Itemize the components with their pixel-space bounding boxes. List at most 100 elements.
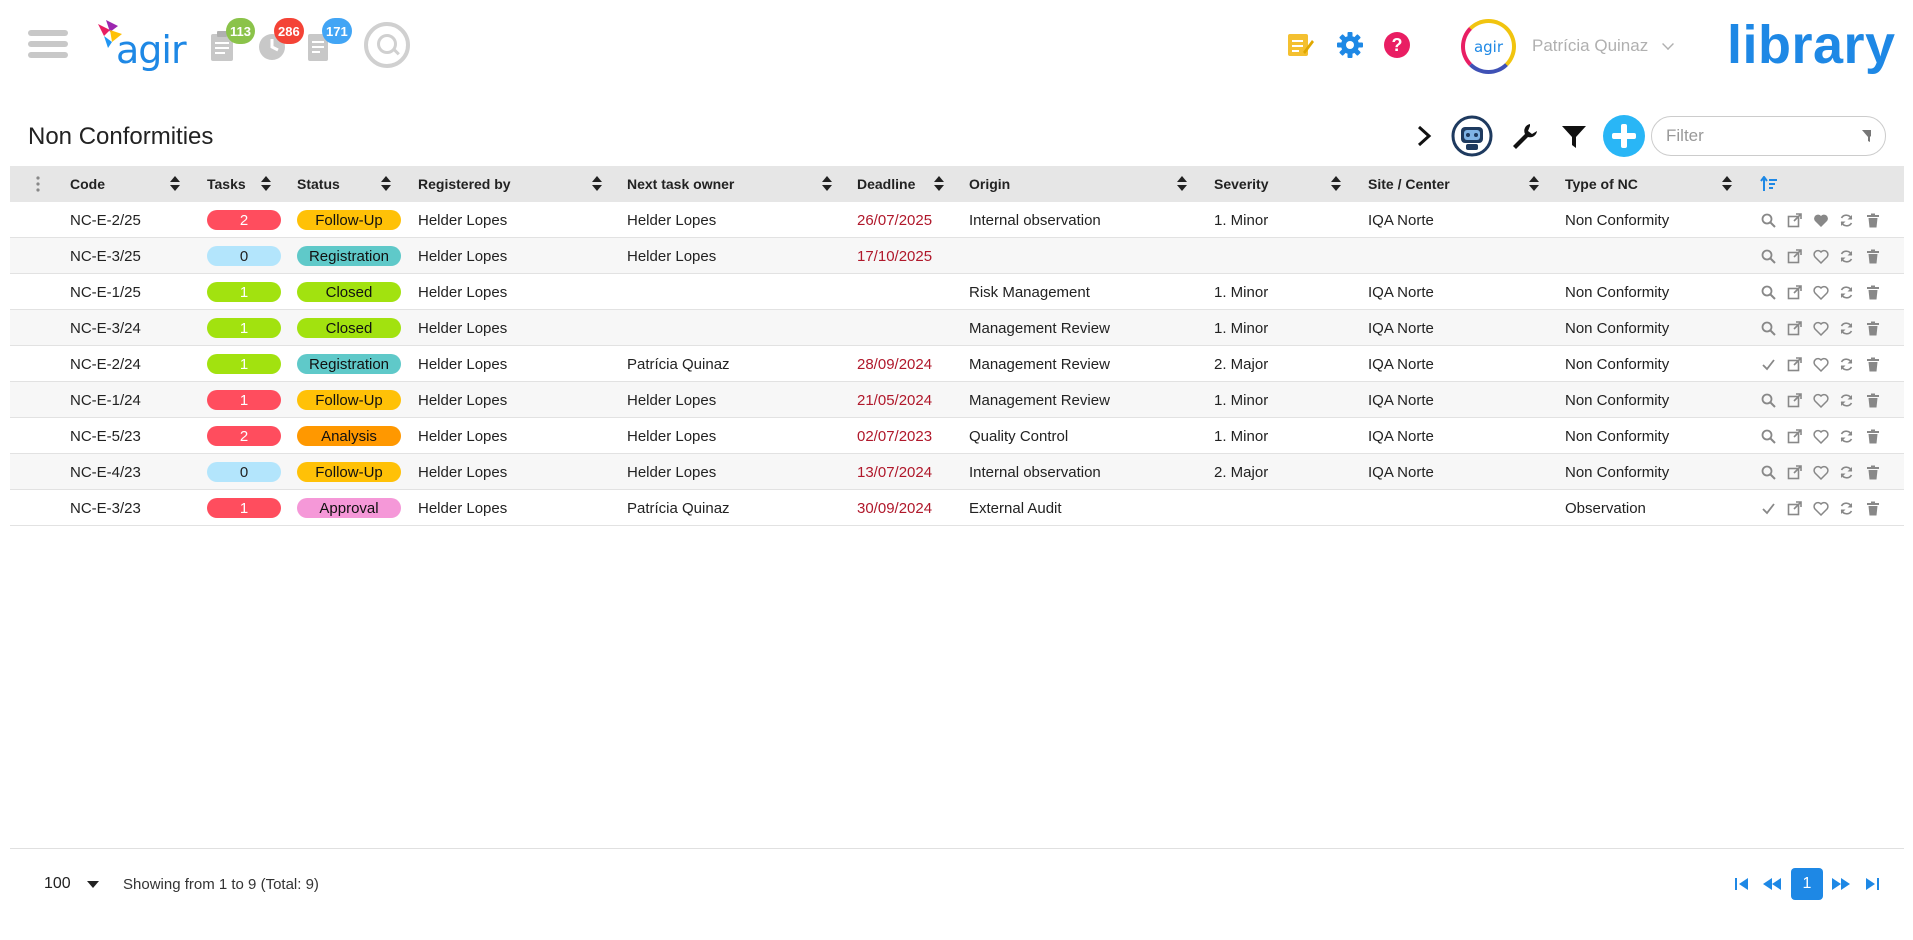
tasks-count-pill[interactable]: 1	[207, 282, 281, 302]
open-external-icon[interactable]	[1786, 212, 1803, 229]
open-external-icon[interactable]	[1786, 428, 1803, 445]
table-row[interactable]: NC-E-3/23 1 Approval Helder Lopes Patrícia Q…	[10, 490, 1904, 526]
trash-icon[interactable]	[1864, 212, 1881, 229]
refresh-icon[interactable]	[1838, 500, 1855, 517]
open-external-icon[interactable]	[1786, 248, 1803, 265]
first-page-icon[interactable]	[1730, 868, 1754, 900]
check-icon[interactable]	[1760, 356, 1777, 373]
sort-icon[interactable]	[261, 176, 271, 192]
funnel-filter-icon[interactable]	[1560, 123, 1588, 151]
trash-icon[interactable]	[1864, 320, 1881, 337]
check-icon[interactable]	[1760, 500, 1777, 517]
page-1-button[interactable]: 1	[1791, 868, 1823, 900]
col-code[interactable]: Code	[70, 166, 105, 202]
search-icon[interactable]	[1760, 284, 1777, 301]
last-page-icon[interactable]	[1860, 868, 1884, 900]
table-row[interactable]: NC-E-3/25 0 Registration Helder Lopes Helder…	[10, 238, 1904, 274]
refresh-icon[interactable]	[1838, 284, 1855, 301]
user-avatar[interactable]: agir	[1461, 19, 1516, 74]
favorite-heart-icon[interactable]	[1812, 212, 1829, 229]
wrench-icon[interactable]	[1509, 121, 1539, 151]
settings-icon[interactable]	[1335, 30, 1365, 60]
open-external-icon[interactable]	[1786, 284, 1803, 301]
user-name[interactable]: Patrícia Quinaz	[1532, 36, 1648, 56]
favorite-heart-icon[interactable]	[1812, 356, 1829, 373]
sort-icon[interactable]	[1331, 176, 1341, 192]
refresh-icon[interactable]	[1838, 320, 1855, 337]
refresh-icon[interactable]	[1838, 212, 1855, 229]
search-icon[interactable]	[1760, 464, 1777, 481]
code-cell[interactable]: NC-E-3/24	[70, 310, 141, 346]
favorite-heart-icon[interactable]	[1812, 500, 1829, 517]
sort-icon[interactable]	[1177, 176, 1187, 192]
favorite-heart-icon[interactable]	[1812, 428, 1829, 445]
page-size-select[interactable]: 100	[44, 875, 99, 893]
open-external-icon[interactable]	[1786, 500, 1803, 517]
col-site-center[interactable]: Site / Center	[1368, 166, 1450, 202]
menu-icon[interactable]	[28, 30, 68, 64]
tasks-count-pill[interactable]: 2	[207, 210, 281, 230]
refresh-icon[interactable]	[1838, 428, 1855, 445]
table-row[interactable]: NC-E-1/24 1 Follow-Up Helder Lopes Helder Lo…	[10, 382, 1904, 418]
filter-funnel-icon[interactable]	[1862, 129, 1871, 143]
table-row[interactable]: NC-E-2/24 1 Registration Helder Lopes Patríc…	[10, 346, 1904, 382]
table-row[interactable]: NC-E-5/23 2 Analysis Helder Lopes Helder Lop…	[10, 418, 1904, 454]
refresh-icon[interactable]	[1838, 464, 1855, 481]
documents-counter[interactable]: 171	[306, 18, 352, 64]
col-origin[interactable]: Origin	[969, 166, 1010, 202]
column-menu-icon[interactable]	[36, 166, 40, 202]
trash-icon[interactable]	[1864, 248, 1881, 265]
tasks-count-pill[interactable]: 2	[207, 426, 281, 446]
refresh-icon[interactable]	[1838, 392, 1855, 409]
open-external-icon[interactable]	[1786, 392, 1803, 409]
favorite-heart-icon[interactable]	[1812, 464, 1829, 481]
table-row[interactable]: NC-E-3/24 1 Closed Helder Lopes Management R…	[10, 310, 1904, 346]
sort-icon[interactable]	[1529, 176, 1539, 192]
refresh-icon[interactable]	[1838, 248, 1855, 265]
search-icon[interactable]	[1760, 392, 1777, 409]
search-icon[interactable]	[1760, 212, 1777, 229]
col-severity[interactable]: Severity	[1214, 166, 1268, 202]
open-external-icon[interactable]	[1786, 356, 1803, 373]
sort-icon[interactable]	[1722, 176, 1732, 192]
sort-order-icon[interactable]	[1760, 166, 1778, 202]
code-cell[interactable]: NC-E-5/23	[70, 418, 141, 454]
col-deadline[interactable]: Deadline	[857, 166, 915, 202]
add-button[interactable]	[1602, 114, 1646, 158]
table-row[interactable]: NC-E-2/25 2 Follow-Up Helder Lopes Helder Lo…	[10, 202, 1904, 238]
trash-icon[interactable]	[1864, 500, 1881, 517]
sort-icon[interactable]	[170, 176, 180, 192]
code-cell[interactable]: NC-E-1/25	[70, 274, 141, 310]
tasks-count-pill[interactable]: 1	[207, 318, 281, 338]
search-icon[interactable]	[1760, 428, 1777, 445]
chevron-right-icon[interactable]	[1414, 125, 1434, 147]
col-tasks[interactable]: Tasks	[207, 166, 246, 202]
col-status[interactable]: Status	[297, 166, 340, 202]
table-row[interactable]: NC-E-4/23 0 Follow-Up Helder Lopes Helder Lo…	[10, 454, 1904, 490]
sort-icon[interactable]	[381, 176, 391, 192]
code-cell[interactable]: NC-E-2/24	[70, 346, 141, 382]
agir-logo[interactable]: agir	[98, 20, 190, 72]
notes-icon[interactable]	[1286, 30, 1316, 60]
tasks-count-pill[interactable]: 0	[207, 246, 281, 266]
help-icon[interactable]: ?	[1382, 30, 1412, 60]
global-search-icon[interactable]	[364, 22, 410, 68]
trash-icon[interactable]	[1864, 428, 1881, 445]
trash-icon[interactable]	[1864, 284, 1881, 301]
chevron-down-icon[interactable]	[1662, 38, 1674, 50]
trash-icon[interactable]	[1864, 356, 1881, 373]
tasks-count-pill[interactable]: 1	[207, 498, 281, 518]
tasks-count-pill[interactable]: 0	[207, 462, 281, 482]
code-cell[interactable]: NC-E-3/25	[70, 238, 141, 274]
overdue-counter[interactable]: 286	[258, 18, 304, 64]
col-registered-by[interactable]: Registered by	[418, 166, 511, 202]
favorite-heart-icon[interactable]	[1812, 248, 1829, 265]
col-type-of-nc[interactable]: Type of NC	[1565, 166, 1638, 202]
sort-icon[interactable]	[592, 176, 602, 192]
code-cell[interactable]: NC-E-2/25	[70, 202, 141, 238]
code-cell[interactable]: NC-E-4/23	[70, 454, 141, 490]
sort-icon[interactable]	[934, 176, 944, 192]
tasks-counter[interactable]: 113	[210, 18, 255, 64]
refresh-icon[interactable]	[1838, 356, 1855, 373]
open-external-icon[interactable]	[1786, 464, 1803, 481]
